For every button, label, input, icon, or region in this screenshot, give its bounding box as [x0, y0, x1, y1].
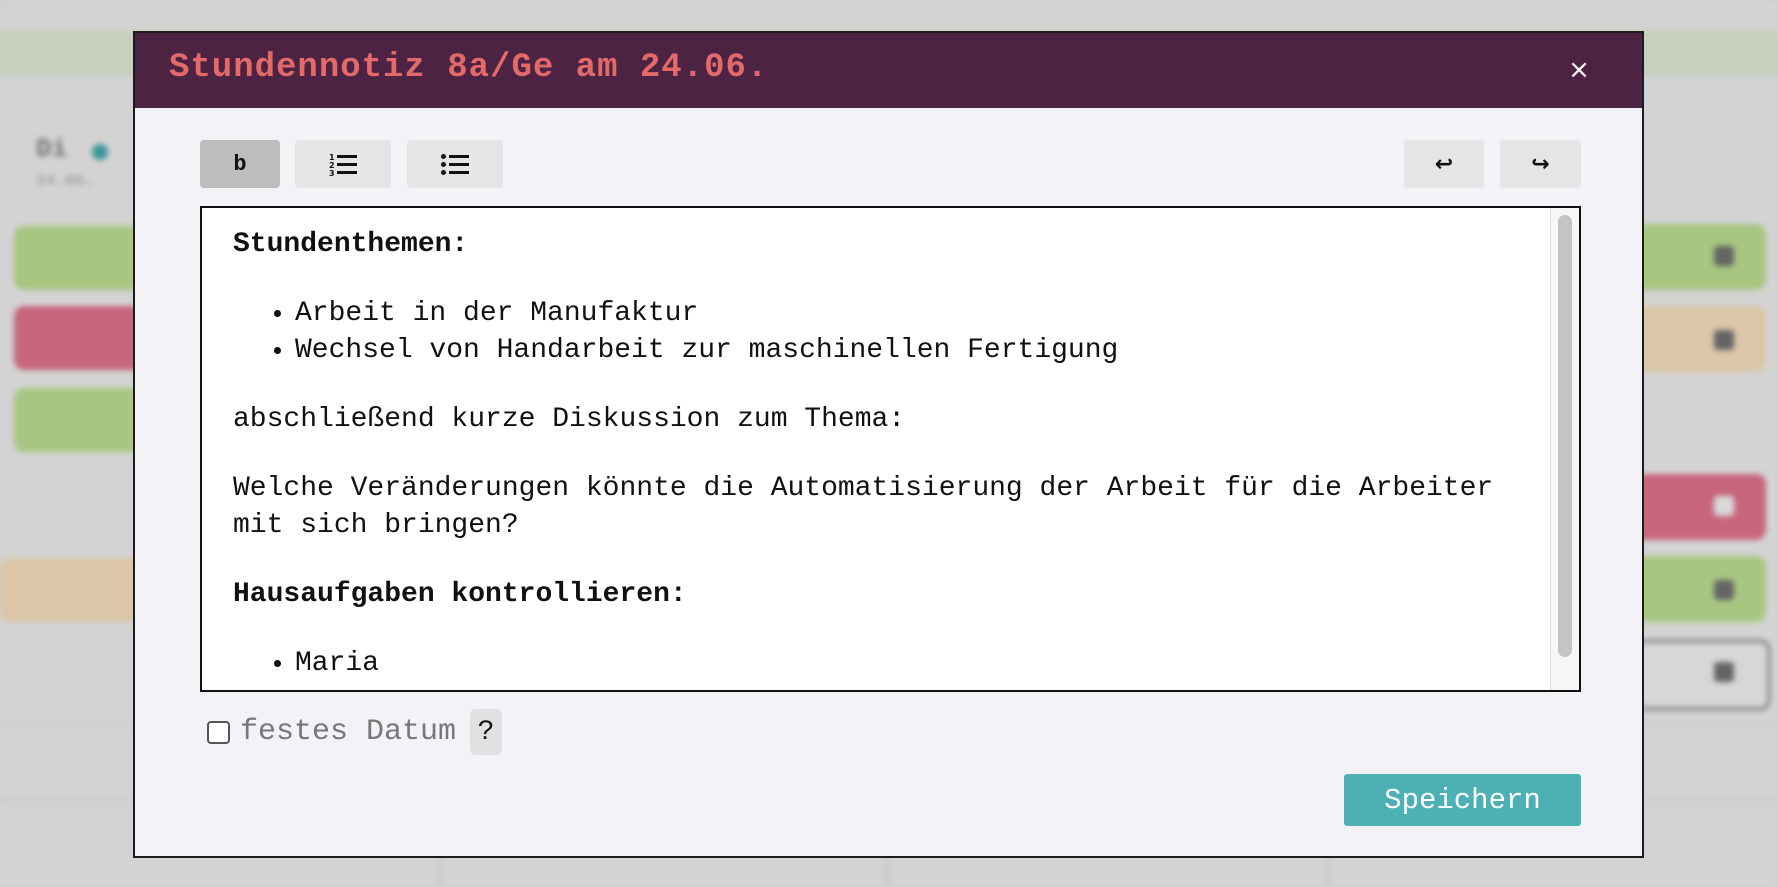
dialog-title: Stundennotiz 8a/Ge am 24.06.	[169, 49, 769, 87]
editor-scrollbar-thumb[interactable]	[1558, 215, 1572, 657]
close-button[interactable]: ×	[1562, 53, 1596, 87]
fixed-date-label[interactable]: festes Datum	[240, 715, 456, 749]
undo-button[interactable]: ↩	[1404, 140, 1484, 188]
redo-button[interactable]: ↪	[1500, 140, 1581, 188]
close-icon: ×	[1568, 55, 1590, 85]
bullet-list-button[interactable]	[407, 140, 503, 188]
undo-icon: ↩	[1434, 151, 1454, 177]
note-editor-content[interactable]: Stundenthemen: Arbeit in der Manufaktur …	[233, 226, 1523, 690]
bullet-list-icon	[441, 154, 469, 175]
help-button[interactable]: ?	[470, 709, 503, 755]
dialog-header: Stundennotiz 8a/Ge am 24.06. ×	[135, 33, 1642, 108]
editor-bullet-list: Maria	[233, 645, 1523, 682]
editor-paragraph: Welche Veränderungen könnte die Automati…	[233, 473, 1494, 541]
bold-button[interactable]: b	[200, 140, 280, 188]
editor-paragraph: abschließend kurze Diskussion zum Thema:	[233, 404, 906, 435]
ordered-list-button[interactable]: 1 2 3	[295, 140, 391, 188]
lesson-note-dialog: Stundennotiz 8a/Ge am 24.06. × b 1 2 3 ↩	[133, 31, 1644, 858]
editor-scrollbar[interactable]	[1550, 208, 1579, 690]
redo-icon: ↪	[1531, 151, 1550, 177]
editor-heading: Stundenthemen:	[233, 229, 469, 260]
fixed-date-option: festes Datum ?	[207, 709, 503, 755]
bold-icon: b	[233, 151, 247, 177]
svg-text:3: 3	[329, 169, 335, 176]
list-item: Maria	[295, 645, 1523, 682]
list-item: Arbeit in der Manufaktur	[295, 295, 1523, 332]
ordered-list-icon: 1 2 3	[329, 153, 357, 176]
editor-bullet-list: Arbeit in der Manufaktur Wechsel von Han…	[233, 295, 1523, 369]
note-editor[interactable]: Stundenthemen: Arbeit in der Manufaktur …	[200, 206, 1581, 692]
fixed-date-checkbox[interactable]	[207, 720, 230, 744]
list-item: Wechsel von Handarbeit zur maschinellen …	[295, 332, 1523, 369]
save-button[interactable]: Speichern	[1344, 774, 1581, 826]
help-icon: ?	[477, 716, 495, 748]
editor-heading: Hausaufgaben kontrollieren:	[233, 579, 687, 610]
